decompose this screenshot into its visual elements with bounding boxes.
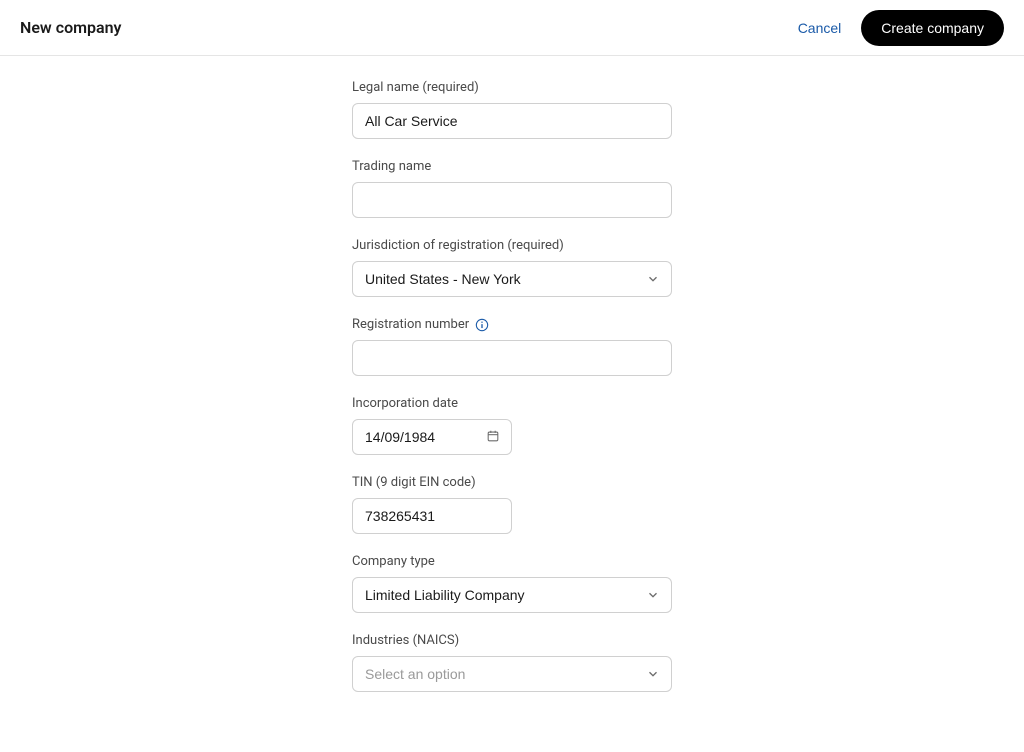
legal-name-group: Legal name (required) [352, 80, 672, 139]
header-actions: Cancel Create company [794, 10, 1004, 46]
company-form: Legal name (required) Trading name Juris… [352, 80, 672, 752]
company-type-group: Company type Limited Liability Company [352, 554, 672, 613]
jurisdiction-label: Jurisdiction of registration (required) [352, 238, 672, 253]
info-icon[interactable] [475, 318, 489, 332]
tin-label: TIN (9 digit EIN code) [352, 475, 672, 490]
tin-input[interactable] [352, 498, 512, 534]
industries-select-wrapper: Select an option [352, 656, 672, 692]
jurisdiction-select-wrapper: United States - New York [352, 261, 672, 297]
page-header: New company Cancel Create company [0, 0, 1024, 56]
company-type-label: Company type [352, 554, 672, 569]
trading-name-group: Trading name [352, 159, 672, 218]
tin-group: TIN (9 digit EIN code) [352, 475, 672, 534]
trading-name-label: Trading name [352, 159, 672, 174]
registration-number-group: Registration number [352, 317, 672, 376]
legal-name-input[interactable] [352, 103, 672, 139]
registration-number-label-row: Registration number [352, 317, 672, 332]
registration-number-input[interactable] [352, 340, 672, 376]
incorporation-date-group: Incorporation date [352, 396, 672, 455]
industries-select[interactable]: Select an option [352, 656, 672, 692]
jurisdiction-group: Jurisdiction of registration (required) … [352, 238, 672, 297]
trading-name-input[interactable] [352, 182, 672, 218]
cancel-button[interactable]: Cancel [794, 12, 846, 44]
date-input-wrapper [352, 419, 512, 455]
incorporation-date-input[interactable] [352, 419, 512, 455]
incorporation-date-label: Incorporation date [352, 396, 672, 411]
company-type-select-wrapper: Limited Liability Company [352, 577, 672, 613]
page-title: New company [20, 18, 122, 37]
industries-label: Industries (NAICS) [352, 633, 672, 648]
create-company-button[interactable]: Create company [861, 10, 1004, 46]
industries-group: Industries (NAICS) Select an option [352, 633, 672, 692]
jurisdiction-select[interactable]: United States - New York [352, 261, 672, 297]
registration-number-label: Registration number [352, 317, 469, 332]
legal-name-label: Legal name (required) [352, 80, 672, 95]
company-type-select[interactable]: Limited Liability Company [352, 577, 672, 613]
